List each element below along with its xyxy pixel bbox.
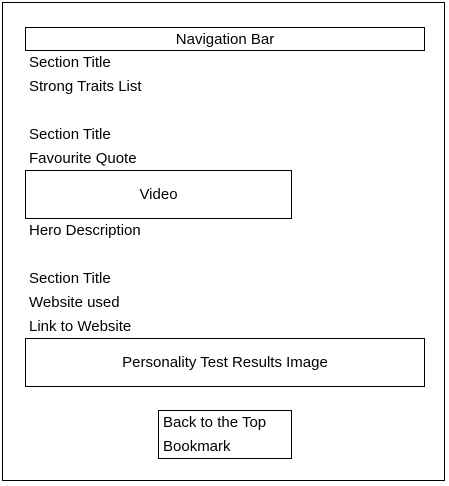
bookmark-line2: Bookmark [163, 437, 231, 455]
strong-traits-list: Strong Traits List [29, 78, 142, 95]
section3-title: Section Title [29, 270, 111, 287]
section1-title: Section Title [29, 54, 111, 71]
navigation-bar: Navigation Bar [25, 27, 425, 51]
website-used: Website used [29, 294, 120, 311]
video-box: Video [25, 170, 292, 219]
personality-test-results-label: Personality Test Results Image [122, 354, 328, 371]
favourite-quote: Favourite Quote [29, 150, 137, 167]
link-to-website: Link to Website [29, 318, 132, 335]
video-label: Video [139, 186, 178, 203]
hero-description: Hero Description [29, 222, 141, 239]
navigation-bar-label: Navigation Bar [175, 30, 275, 48]
personality-test-results-image-box: Personality Test Results Image [25, 338, 425, 387]
bookmark-line1: Back to the Top [163, 413, 267, 431]
back-to-top-bookmark-box: Back to the Top Bookmark [158, 410, 292, 459]
section2-title: Section Title [29, 126, 111, 143]
